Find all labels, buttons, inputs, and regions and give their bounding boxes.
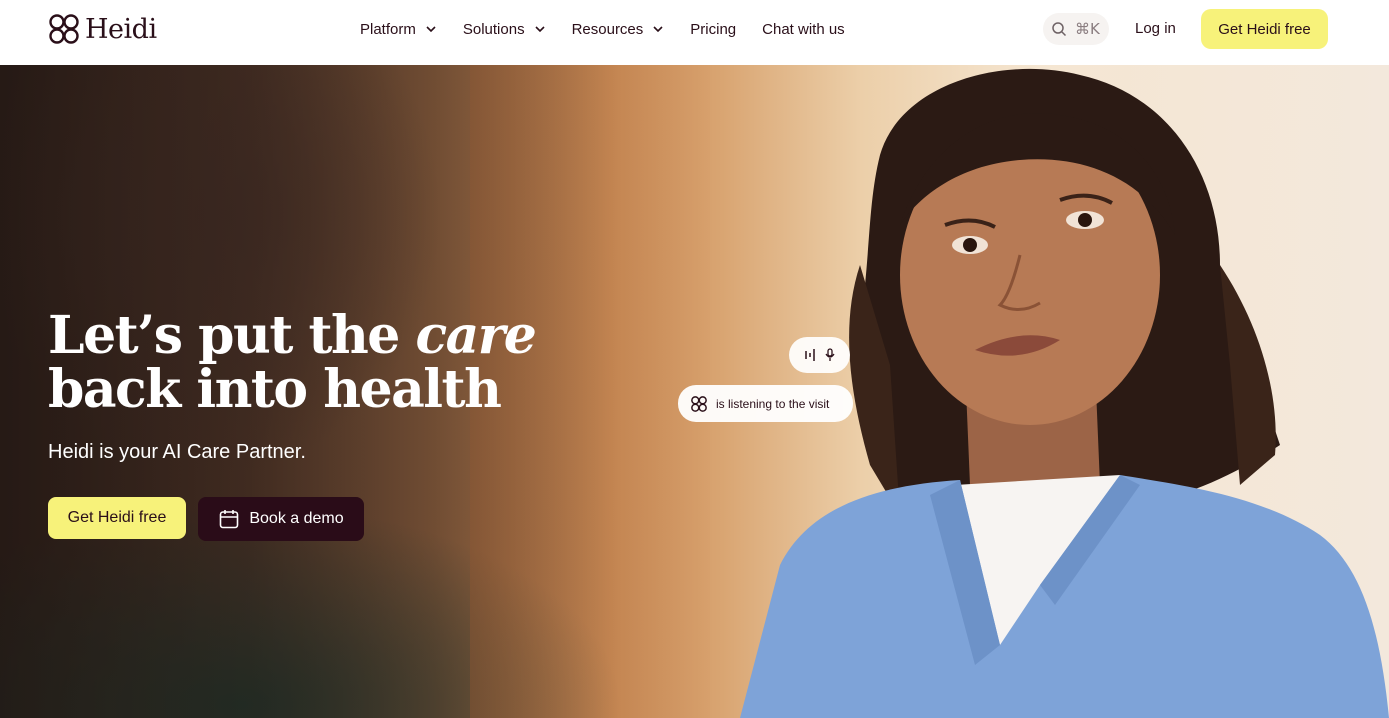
book-demo-button[interactable]: Book a demo (198, 497, 364, 541)
heidi-logo-icon (49, 14, 79, 44)
book-demo-label: Book a demo (249, 510, 344, 527)
audio-wave-icon (805, 349, 815, 361)
headline-emphasis: care (415, 305, 536, 366)
microphone-icon (825, 348, 835, 361)
nav-pricing-label: Pricing (690, 20, 737, 38)
nav-resources[interactable]: Resources (572, 21, 665, 38)
headline-line2: back into health (48, 359, 502, 420)
listening-status-text: is listening to the visit (716, 396, 830, 411)
calendar-icon (220, 510, 239, 529)
search-button[interactable]: ⌘K (1043, 13, 1109, 45)
logo[interactable]: Heidi (47, 12, 157, 46)
site-header: Heidi Platform Solutions Resources Prici… (0, 0, 1389, 65)
logo-text: Heidi (85, 13, 157, 45)
search-icon (1052, 22, 1067, 37)
search-shortcut: ⌘K (1075, 20, 1100, 38)
nav-solutions-label: Solutions (462, 20, 525, 38)
login-link[interactable]: Log in (1135, 20, 1176, 37)
hero-section: Let’s put the care back into health Heid… (0, 65, 1389, 718)
get-heidi-free-button-header[interactable]: Get Heidi free (1201, 9, 1328, 49)
recording-indicator (789, 337, 850, 373)
get-heidi-free-button[interactable]: Get Heidi free (48, 497, 186, 539)
nav-pricing[interactable]: Pricing (690, 21, 736, 38)
nav-solutions[interactable]: Solutions (463, 21, 546, 38)
listening-status-pill: is listening to the visit (678, 385, 853, 422)
nav-resources-label: Resources (571, 20, 644, 38)
hero-subheadline: Heidi is your AI Care Partner. (48, 441, 306, 463)
nav-platform-label: Platform (360, 20, 416, 38)
heidi-logo-icon (691, 395, 707, 412)
chevron-down-icon (426, 26, 436, 33)
main-nav: Platform Solutions Resources Pricing Cha… (360, 0, 871, 58)
nav-chat-label: Chat with us (762, 20, 845, 38)
nav-chat-with-us[interactable]: Chat with us (762, 21, 845, 38)
chevron-down-icon (653, 26, 663, 33)
hero-headline: Let’s put the care back into health (48, 309, 537, 420)
nav-platform[interactable]: Platform (360, 21, 437, 38)
headline-part1: Let’s put the (48, 305, 416, 366)
chevron-down-icon (535, 26, 545, 33)
